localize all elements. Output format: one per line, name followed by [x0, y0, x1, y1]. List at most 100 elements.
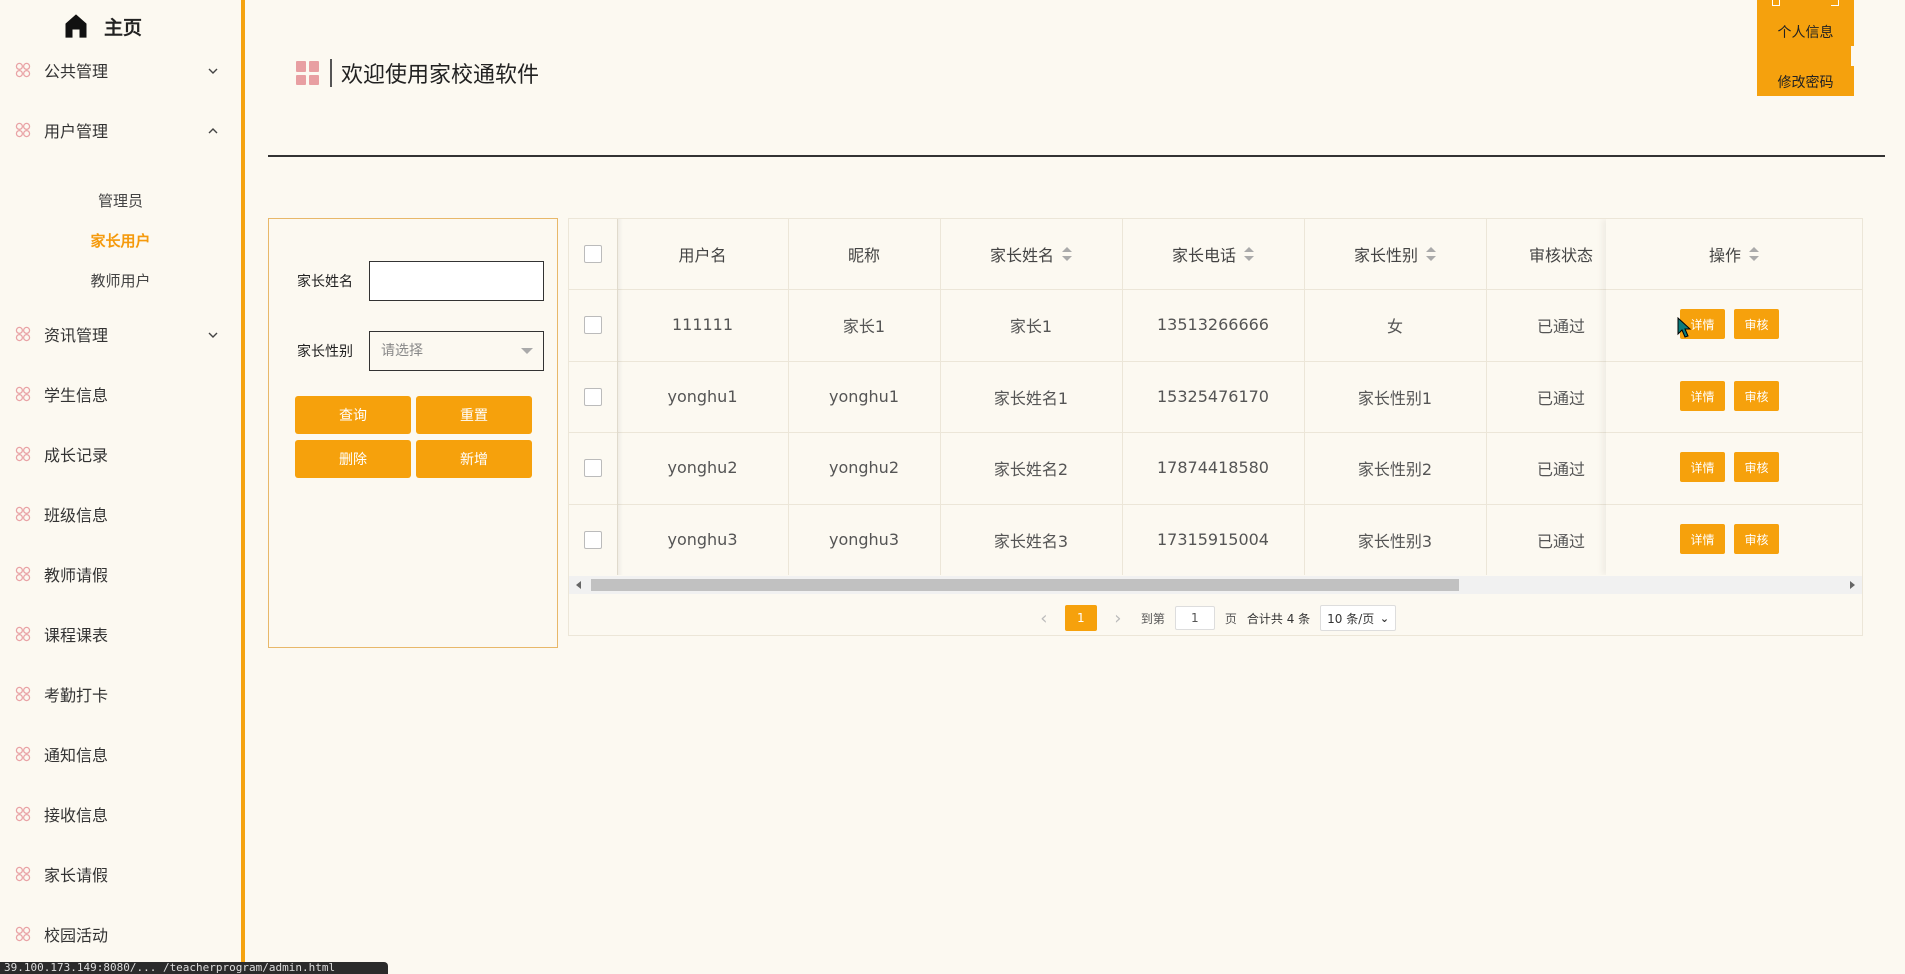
table-cell-gender: 女: [1386, 316, 1403, 336]
sidebar-subitem[interactable]: 教师用户: [0, 269, 241, 293]
scroll-left-icon[interactable]: [576, 581, 581, 589]
scroll-right-icon[interactable]: [1850, 581, 1855, 589]
sidebar-item[interactable]: 成长记录: [14, 438, 214, 470]
flower-icon: [14, 325, 32, 343]
column-header[interactable]: 家长电话: [1122, 219, 1304, 289]
sidebar-item-label: 公共管理: [44, 62, 109, 81]
row-divider: [1606, 289, 1862, 290]
header-divider-line: [268, 155, 1885, 157]
scrollbar-thumb[interactable]: [591, 579, 1459, 591]
review-button[interactable]: 审核: [1734, 381, 1779, 411]
goto-page-input[interactable]: 1: [1174, 606, 1215, 630]
page-unit-label: 页: [1224, 611, 1237, 626]
sidebar: 主页 公共管理用户管理资讯管理学生信息成长记录班级信息教师请假课程课表考勤打卡通…: [0, 0, 245, 974]
sidebar-item[interactable]: 校园活动: [14, 918, 214, 950]
delete-button[interactable]: 删除: [295, 440, 411, 478]
sidebar-item[interactable]: 学生信息: [14, 378, 214, 410]
row-checkbox[interactable]: [584, 530, 602, 549]
menu-separator: [1851, 46, 1856, 66]
table-cell-gender: 家长性别3: [1357, 531, 1433, 551]
chevron-down-icon: [521, 348, 533, 354]
chevron-down-icon: ⌄: [1379, 611, 1390, 625]
sidebar-item[interactable]: 班级信息: [14, 498, 214, 530]
sidebar-item-label: 成长记录: [44, 446, 109, 465]
change-password-menu-item[interactable]: 修改密码: [1757, 72, 1854, 92]
row-checkbox[interactable]: [584, 458, 602, 477]
column-header[interactable]: 用户名: [617, 219, 788, 289]
sidebar-subitem[interactable]: 管理员: [0, 189, 241, 213]
table-cell-gender: 家长性别2: [1357, 459, 1433, 479]
page-size-value: 10 条/页: [1327, 611, 1375, 626]
add-button[interactable]: 新增: [416, 440, 532, 478]
chevron-down-icon: [206, 63, 220, 77]
sort-icon[interactable]: [1749, 247, 1759, 261]
column-header-label: 家长电话: [1171, 246, 1236, 265]
column-header[interactable]: 昵称: [788, 219, 940, 289]
flower-icon: [14, 625, 32, 643]
sort-icon[interactable]: [1426, 247, 1436, 261]
total-count: 合计共 4 条: [1246, 611, 1311, 626]
search-button[interactable]: 查询: [295, 396, 411, 434]
table-cell-name: 家长1: [1009, 316, 1053, 336]
grid-icon: [296, 61, 320, 85]
detail-button[interactable]: 详情: [1680, 452, 1725, 482]
sidebar-item[interactable]: 家长请假: [14, 858, 214, 890]
column-header-label: 家长姓名: [989, 246, 1054, 265]
sidebar-item[interactable]: 课程课表: [14, 618, 214, 650]
sidebar-item-label: 考勤打卡: [44, 686, 109, 705]
profile-menu-item[interactable]: 个人信息: [1757, 22, 1854, 42]
column-header[interactable]: 操作: [1606, 219, 1862, 289]
flower-icon: [14, 565, 32, 583]
sidebar-item[interactable]: 教师请假: [14, 558, 214, 590]
review-button[interactable]: 审核: [1734, 309, 1779, 339]
sort-icon[interactable]: [1244, 247, 1254, 261]
flower-icon: [14, 745, 32, 763]
table-cell-username: yonghu2: [667, 458, 738, 477]
column-header[interactable]: 家长性别: [1304, 219, 1486, 289]
home-link[interactable]: 主页: [62, 10, 142, 42]
table-cell-nickname: yonghu3: [828, 530, 899, 549]
sidebar-item[interactable]: 通知信息: [14, 738, 214, 770]
detail-button[interactable]: 详情: [1680, 524, 1725, 554]
sidebar-item[interactable]: 用户管理: [14, 114, 218, 146]
home-icon: [65, 14, 87, 38]
sidebar-subitem[interactable]: 家长用户: [0, 229, 241, 253]
sidebar-item[interactable]: 接收信息: [14, 798, 214, 830]
parent-name-input[interactable]: [369, 261, 544, 301]
sidebar-item[interactable]: 资讯管理: [14, 318, 218, 350]
horizontal-scrollbar[interactable]: [569, 576, 1862, 594]
sidebar-item-label: 校园活动: [44, 926, 109, 945]
menu-corner-icon: [1772, 0, 1780, 6]
sidebar-item-label: 班级信息: [44, 506, 109, 525]
sidebar-item[interactable]: 公共管理: [14, 54, 218, 86]
next-page-icon[interactable]: ›: [1109, 608, 1127, 629]
sidebar-item[interactable]: 考勤打卡: [14, 678, 214, 710]
sidebar-item-label: 用户管理: [44, 122, 109, 141]
parent-gender-select[interactable]: 请选择: [369, 331, 544, 371]
review-button[interactable]: 审核: [1734, 452, 1779, 482]
column-header-label: 用户名: [678, 246, 727, 265]
column-header-label: 昵称: [847, 246, 880, 265]
gender-select-placeholder: 请选择: [381, 343, 423, 359]
table-cell-username: yonghu1: [667, 387, 738, 406]
table-cell-name: 家长姓名2: [993, 459, 1069, 479]
page-header: 欢迎使用家校通软件: [296, 57, 539, 89]
sidebar-item-label: 学生信息: [44, 386, 109, 405]
page-title: 欢迎使用家校通软件: [341, 63, 540, 88]
review-button[interactable]: 审核: [1734, 524, 1779, 554]
select-all-checkbox[interactable]: [584, 245, 602, 263]
reset-button[interactable]: 重置: [416, 396, 532, 434]
page-size-select[interactable]: 10 条/页 ⌄: [1320, 605, 1397, 631]
home-label: 主页: [104, 16, 143, 39]
row-checkbox[interactable]: [584, 315, 602, 334]
flower-icon: [14, 121, 32, 139]
sidebar-item-label: 通知信息: [44, 746, 109, 765]
row-checkbox[interactable]: [584, 387, 602, 406]
column-header-label: 审核状态: [1528, 246, 1593, 265]
detail-button[interactable]: 详情: [1680, 381, 1725, 411]
sort-icon[interactable]: [1062, 247, 1072, 261]
current-page-button[interactable]: 1: [1064, 605, 1097, 631]
column-header[interactable]: 家长姓名: [940, 219, 1122, 289]
prev-page-icon[interactable]: ‹: [1035, 608, 1053, 629]
table-cell-name: 家长姓名3: [993, 531, 1069, 551]
